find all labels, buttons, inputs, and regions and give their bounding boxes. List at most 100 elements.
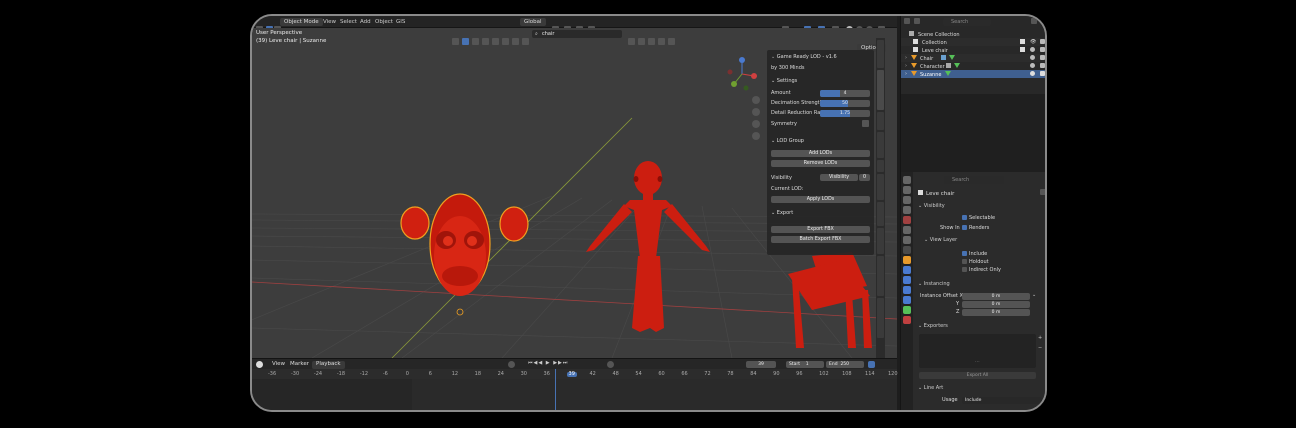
filter-icon-4[interactable] xyxy=(658,30,665,49)
timeline-menu-view[interactable]: View xyxy=(272,361,285,368)
tab-edit[interactable] xyxy=(877,160,884,172)
checkbox-icon[interactable] xyxy=(1020,39,1025,44)
remove-lods-button[interactable]: Remove LODs xyxy=(771,160,870,167)
end-frame-field[interactable]: End 250 xyxy=(826,361,864,368)
plus-icon[interactable]: + xyxy=(1038,336,1042,341)
outliner-row-chair[interactable]: › Chair xyxy=(901,54,1045,62)
particles-tab-icon[interactable] xyxy=(903,276,911,284)
grid-toggle-icon[interactable] xyxy=(752,132,760,140)
start-frame-field[interactable]: Start 1 xyxy=(786,361,824,368)
batch-export-fbx-button[interactable]: Batch Export FBX xyxy=(771,236,870,243)
zoom-icon[interactable] xyxy=(752,96,760,104)
settings-header[interactable]: ⌄ Settings xyxy=(771,78,870,86)
filter-icon-5[interactable] xyxy=(668,30,675,49)
view-layer-tab-icon[interactable] xyxy=(903,206,911,214)
tool-icon-3[interactable] xyxy=(472,30,479,49)
camera-icon[interactable] xyxy=(1040,47,1045,52)
apply-lods-button[interactable]: Apply LODs xyxy=(771,196,870,203)
instancing-header[interactable]: ⌄ Instancing xyxy=(918,282,950,287)
tab-blenderkit[interactable] xyxy=(877,132,884,158)
expand-arrow-icon[interactable]: › xyxy=(905,71,907,77)
outliner-search-box[interactable]: Search xyxy=(943,18,991,26)
visibility-header[interactable]: ⌄ Visibility xyxy=(918,204,945,209)
outliner-editor-icon[interactable] xyxy=(904,18,910,24)
viewport-search-input[interactable]: chair xyxy=(542,31,554,37)
minus-icon[interactable]: − xyxy=(1038,346,1042,351)
tool-icon-6[interactable] xyxy=(502,30,509,49)
tool-icons[interactable] xyxy=(452,30,459,49)
tab-game-ready-lod[interactable] xyxy=(877,70,884,110)
tool-tab-icon[interactable] xyxy=(903,176,911,184)
offset-y-field[interactable]: 0 m xyxy=(962,301,1030,308)
outliner-search-input[interactable]: Search xyxy=(951,19,968,25)
tool-icon-8[interactable] xyxy=(522,30,529,49)
keying-icon[interactable] xyxy=(607,361,614,368)
eye-icon[interactable] xyxy=(1030,63,1035,68)
tab-sketchfab[interactable] xyxy=(877,202,884,226)
menu-gis[interactable]: GIS xyxy=(392,17,409,27)
eye-icon[interactable] xyxy=(1030,47,1035,52)
timeline-menu-marker[interactable]: Marker xyxy=(290,361,309,368)
timeline-options-icon[interactable] xyxy=(868,361,875,368)
tab-web-search[interactable] xyxy=(877,228,884,254)
timeline-editor-icon[interactable] xyxy=(256,361,263,368)
data-tab-icon[interactable] xyxy=(903,306,911,314)
camera-icon[interactable] xyxy=(1040,63,1045,68)
export-header[interactable]: ⌄ Export xyxy=(771,210,870,218)
detail-slider[interactable]: 1.75 xyxy=(820,110,870,117)
tab-create[interactable] xyxy=(877,112,884,130)
output-tab-icon[interactable] xyxy=(903,196,911,204)
object-tab-icon[interactable] xyxy=(903,256,911,264)
orientation-dropdown[interactable]: Global xyxy=(520,18,546,26)
tool-icon-4[interactable] xyxy=(482,30,489,49)
record-icon[interactable] xyxy=(508,361,515,368)
hand-pan-icon[interactable] xyxy=(752,108,760,116)
expand-arrow-icon[interactable]: › xyxy=(905,63,907,69)
indirect-only-checkbox[interactable] xyxy=(962,267,967,272)
tab-animation[interactable] xyxy=(877,40,884,68)
filter-icon[interactable] xyxy=(628,30,635,49)
render-tab-icon[interactable] xyxy=(903,186,911,194)
holdout-checkbox[interactable] xyxy=(962,259,967,264)
outliner-row-character[interactable]: › Character xyxy=(901,62,1045,70)
exporters-list[interactable]: ··· xyxy=(919,334,1036,368)
chevron-down-icon[interactable]: ⌄ xyxy=(1032,293,1036,298)
navigation-gizmo[interactable] xyxy=(726,54,758,94)
visibility-count[interactable]: 0 xyxy=(859,174,870,181)
offset-z-field[interactable]: 0 m xyxy=(962,309,1030,316)
decimation-slider[interactable]: 50 xyxy=(820,100,870,107)
export-fbx-button[interactable]: Export FBX xyxy=(771,226,870,233)
renders-checkbox[interactable] xyxy=(962,225,967,230)
playback-controls[interactable]: ⏮◀◀ ▶ ▶▶⏭ xyxy=(528,361,568,366)
camera-icon[interactable] xyxy=(1040,55,1045,60)
camera-icon[interactable] xyxy=(1040,39,1045,44)
checkbox-icon[interactable] xyxy=(1020,47,1025,52)
eye-icon[interactable] xyxy=(1030,71,1035,76)
amount-slider[interactable]: 4 xyxy=(820,90,870,97)
constraints-tab-icon[interactable] xyxy=(903,296,911,304)
eye-icon[interactable]: 👁 xyxy=(1030,39,1036,45)
outliner-row-suzanne[interactable]: › Suzanne xyxy=(901,70,1045,78)
selectable-checkbox[interactable] xyxy=(962,215,967,220)
keyframe-track[interactable] xyxy=(412,379,897,410)
pin-icon[interactable] xyxy=(1040,189,1045,195)
lod-group-header[interactable]: ⌄ LOD Group xyxy=(771,138,870,146)
export-all-button[interactable]: Export All xyxy=(919,372,1036,379)
tool-icon-5[interactable] xyxy=(492,30,499,49)
camera-icon[interactable] xyxy=(1040,71,1045,76)
material-tab-icon[interactable] xyxy=(903,316,911,324)
add-lods-button[interactable]: Add LODs xyxy=(771,150,870,157)
filter-icon[interactable] xyxy=(1031,18,1037,24)
collection-tab-icon[interactable] xyxy=(903,236,911,244)
eye-icon[interactable] xyxy=(1030,55,1035,60)
mode-dropdown[interactable]: Object Mode xyxy=(280,18,323,26)
tab-item[interactable] xyxy=(877,298,884,338)
timeline-menu-playback[interactable]: Playback xyxy=(312,361,345,369)
camera-icon[interactable] xyxy=(752,120,760,128)
3d-viewport[interactable]: User Perspective (39) Leve chair | Suzan… xyxy=(252,28,897,358)
include-checkbox[interactable] xyxy=(962,251,967,256)
frame-ruler[interactable]: -36 -30 -24 -18 -12 -6 0 6 12 18 24 30 36 39 42 48 54 60 6… xyxy=(252,369,898,379)
visibility-dropdown[interactable]: Visibility xyxy=(820,174,858,181)
line-art-header[interactable]: ⌄ Line Art xyxy=(918,386,943,391)
filter-icon-3[interactable] xyxy=(648,30,655,49)
